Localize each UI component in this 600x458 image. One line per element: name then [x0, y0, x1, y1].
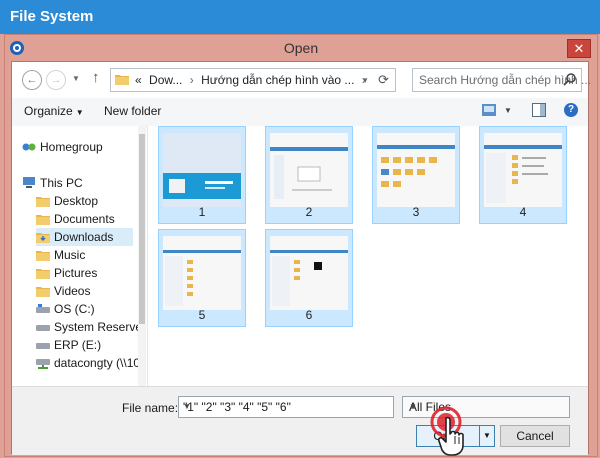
organize-label: Organize — [24, 104, 73, 118]
drive-icon — [36, 342, 50, 349]
file-name: 4 — [519, 205, 527, 219]
breadcrumb-item-current[interactable]: Hướng dẫn chép hình vào ... — [201, 73, 354, 87]
nav-label: ERP (E:) — [54, 338, 102, 352]
change-view-icon[interactable] — [482, 104, 496, 116]
network-drive-icon — [36, 358, 50, 369]
nav-item-homegroup[interactable]: Homegroup — [22, 138, 103, 156]
file-name: 5 — [198, 308, 206, 322]
drive-icon — [36, 303, 50, 313]
help-button[interactable]: ? — [564, 103, 578, 117]
nav-item-pictures[interactable]: Pictures — [36, 264, 97, 282]
nav-label: Downloads — [54, 230, 114, 244]
eye-icon — [10, 41, 24, 55]
nav-item-erp-e[interactable]: ERP (E:) — [36, 336, 101, 354]
open-dialog: Open ✕ ← → ▼ ↑ « Dow... › Hướng dẫn chép… — [4, 34, 598, 457]
nav-item-documents[interactable]: Documents — [36, 210, 115, 228]
chevron-down-icon: ▼ — [409, 402, 417, 411]
nav-item-desktop[interactable]: Desktop — [36, 192, 98, 210]
file-list: 1 2 3 4 5 6 — [148, 126, 588, 386]
navigation-pane: Homegroup This PC Desktop Documents Down… — [12, 126, 146, 386]
breadcrumb-item-downloads[interactable]: Dow... — [149, 73, 182, 87]
nav-item-system-reserved[interactable]: System Reserved — [36, 318, 146, 336]
file-thumbnail — [163, 133, 241, 207]
nav-label: Music — [54, 248, 86, 262]
nav-scrollbar[interactable] — [138, 126, 146, 386]
address-dropdown-chevron-icon[interactable]: ▼ — [361, 76, 369, 85]
open-options-button[interactable]: ▼ — [479, 425, 495, 447]
nav-label: Documents — [54, 212, 115, 226]
folder-icon — [36, 268, 50, 279]
nav-item-music[interactable]: Music — [36, 246, 85, 264]
file-name: 1 — [198, 205, 206, 219]
address-toolbar: ← → ▼ ↑ « Dow... › Hướng dẫn chép hình v… — [12, 62, 591, 98]
file-tile[interactable]: 6 — [265, 229, 353, 327]
address-box[interactable]: « Dow... › Hướng dẫn chép hình vào ... ›… — [110, 68, 396, 92]
chevron-down-icon[interactable]: ▼ — [183, 402, 389, 411]
file-tile[interactable]: 2 — [265, 126, 353, 224]
file-tile[interactable]: 1 — [158, 126, 246, 224]
file-type-select[interactable]: All Files ▼ — [402, 396, 570, 418]
file-thumbnail — [484, 133, 562, 207]
homegroup-icon — [22, 143, 36, 151]
file-thumbnail — [377, 133, 455, 207]
nav-item-this-pc[interactable]: This PC — [22, 174, 83, 192]
hand-cursor-icon — [437, 416, 464, 456]
dialog-client-area: ← → ▼ ↑ « Dow... › Hướng dẫn chép hình v… — [11, 61, 591, 455]
nav-item-os-c[interactable]: OS (C:) — [36, 300, 95, 318]
outer-window-title: File System — [0, 0, 600, 34]
recent-locations-chevron-icon[interactable]: ▼ — [72, 74, 80, 83]
file-tile[interactable]: 4 — [479, 126, 567, 224]
file-thumbnail — [163, 236, 241, 310]
breadcrumb-separator[interactable]: › — [190, 73, 194, 87]
search-box[interactable]: Search Hướng dẫn chép hình ... — [412, 68, 591, 92]
preview-pane-icon[interactable] — [532, 103, 546, 117]
drive-icon — [36, 324, 50, 331]
dialog-title: Open — [283, 40, 319, 56]
folder-icon — [36, 250, 50, 261]
nav-item-datacongty[interactable]: datacongty (\\10 — [36, 354, 140, 372]
new-folder-button[interactable]: New folder — [104, 104, 161, 118]
nav-label: datacongty (\\10 — [54, 356, 141, 370]
file-name-label: File name: — [122, 401, 179, 415]
file-thumbnail — [270, 133, 348, 207]
command-toolbar: Organize ▼ New folder ▼ ? — [12, 98, 588, 127]
file-name: 6 — [305, 308, 313, 322]
organize-button[interactable]: Organize ▼ — [24, 104, 84, 118]
file-name: 2 — [305, 205, 313, 219]
scrollbar-thumb[interactable] — [139, 134, 145, 324]
back-button[interactable]: ← — [22, 70, 42, 90]
folder-icon — [36, 196, 50, 207]
file-tile[interactable]: 3 — [372, 126, 460, 224]
search-icon[interactable] — [563, 72, 577, 86]
breadcrumb-overflow[interactable]: « — [135, 73, 142, 87]
file-thumbnail — [270, 236, 348, 310]
up-button[interactable]: ↑ — [92, 69, 100, 86]
folder-icon — [36, 232, 50, 243]
file-name: 3 — [412, 205, 420, 219]
nav-label: Desktop — [54, 194, 99, 208]
file-name-field[interactable]: "1" "2" "3" "4" "5" "6" ▼ — [178, 396, 394, 418]
nav-label: Videos — [54, 284, 91, 298]
folder-icon — [36, 286, 50, 297]
close-button[interactable]: ✕ — [567, 39, 591, 58]
folder-icon — [36, 214, 50, 225]
file-tile[interactable]: 5 — [158, 229, 246, 327]
folder-icon — [115, 75, 129, 85]
cancel-button[interactable]: Cancel — [500, 425, 570, 447]
forward-button[interactable]: → — [46, 70, 66, 90]
nav-item-videos[interactable]: Videos — [36, 282, 90, 300]
nav-label: OS (C:) — [54, 302, 95, 316]
nav-label: Homegroup — [40, 140, 103, 154]
nav-label: System Reserved — [54, 320, 146, 334]
nav-label: Pictures — [54, 266, 98, 280]
computer-icon — [23, 176, 35, 188]
breadcrumb[interactable]: « Dow... › Hướng dẫn chép hình vào ... › — [135, 73, 370, 87]
chevron-down-icon: ▼ — [75, 108, 84, 117]
dialog-footer: File name: "1" "2" "3" "4" "5" "6" ▼ All… — [12, 386, 588, 455]
nav-item-downloads[interactable]: Downloads — [36, 228, 134, 246]
view-options-chevron-icon[interactable]: ▼ — [504, 106, 512, 115]
refresh-button[interactable]: ⟳ — [378, 72, 389, 88]
nav-label: This PC — [40, 176, 83, 190]
